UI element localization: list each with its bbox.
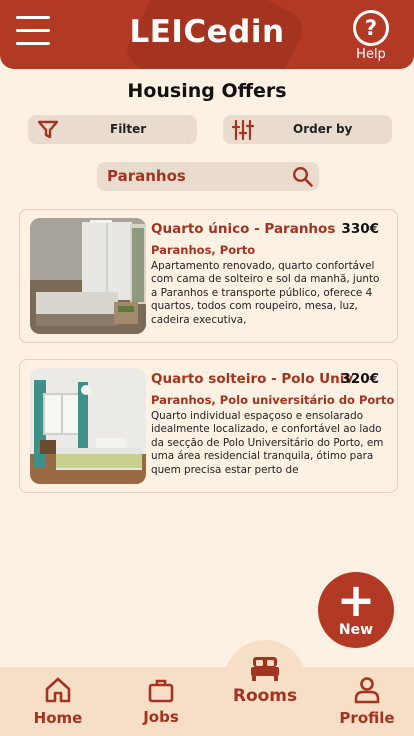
offer-price: 320€	[341, 371, 379, 387]
new-offer-button[interactable]: + New	[318, 572, 394, 648]
help-label: Help	[356, 47, 386, 62]
home-icon	[45, 677, 71, 703]
offer-photo	[30, 368, 146, 484]
sliders-icon	[232, 120, 254, 140]
bottom-nav: Home Jobs Rooms Profile	[0, 640, 414, 736]
order-by-label: Order by	[293, 122, 353, 136]
new-offer-label: New	[338, 622, 374, 638]
search-value: Paranhos	[107, 167, 186, 185]
bed-icon	[251, 657, 279, 681]
nav-label-jobs: Jobs	[143, 708, 179, 726]
offer-title: Quarto solteiro - Polo Univ.	[151, 371, 358, 387]
offer-location: Paranhos, Polo universitário do Porto	[151, 393, 395, 407]
offer-price: 330€	[341, 221, 379, 237]
nav-label-profile: Profile	[339, 709, 395, 727]
plus-icon: +	[336, 573, 376, 627]
filter-label: Filter	[110, 122, 147, 136]
offer-description: Apartamento renovado, quarto confortável…	[151, 260, 380, 326]
app-header: LEICedin ? Help	[0, 0, 414, 69]
offer-card[interactable]: Quarto único - Paranhos 330€ Paranhos, P…	[19, 209, 398, 343]
help-button[interactable]: ? Help	[351, 10, 391, 62]
order-by-button[interactable]: Order by	[223, 115, 392, 144]
nav-label-rooms: Rooms	[232, 686, 298, 706]
user-icon	[354, 677, 380, 704]
filter-icon	[38, 120, 58, 139]
offer-title: Quarto único - Paranhos	[151, 221, 336, 237]
search-icon[interactable]	[292, 166, 313, 187]
nav-item-jobs[interactable]: Jobs	[131, 676, 191, 726]
search-input[interactable]: Paranhos	[97, 162, 319, 191]
nav-label-home: Home	[33, 709, 83, 727]
nav-item-home[interactable]: Home	[28, 675, 88, 727]
offer-photo	[30, 218, 146, 334]
nav-item-rooms[interactable]: Rooms	[230, 654, 300, 706]
offer-card[interactable]: Quarto solteiro - Polo Univ. 320€ Paranh…	[19, 359, 398, 493]
help-icon: ?	[353, 10, 389, 46]
nav-item-profile[interactable]: Profile	[337, 675, 397, 727]
briefcase-icon	[148, 679, 174, 703]
filter-button[interactable]: Filter	[28, 115, 197, 144]
offer-description: Quarto individual espaçoso e ensolarado …	[151, 410, 384, 476]
page-title: Housing Offers	[127, 80, 287, 102]
offer-location: Paranhos, Porto	[151, 243, 256, 257]
